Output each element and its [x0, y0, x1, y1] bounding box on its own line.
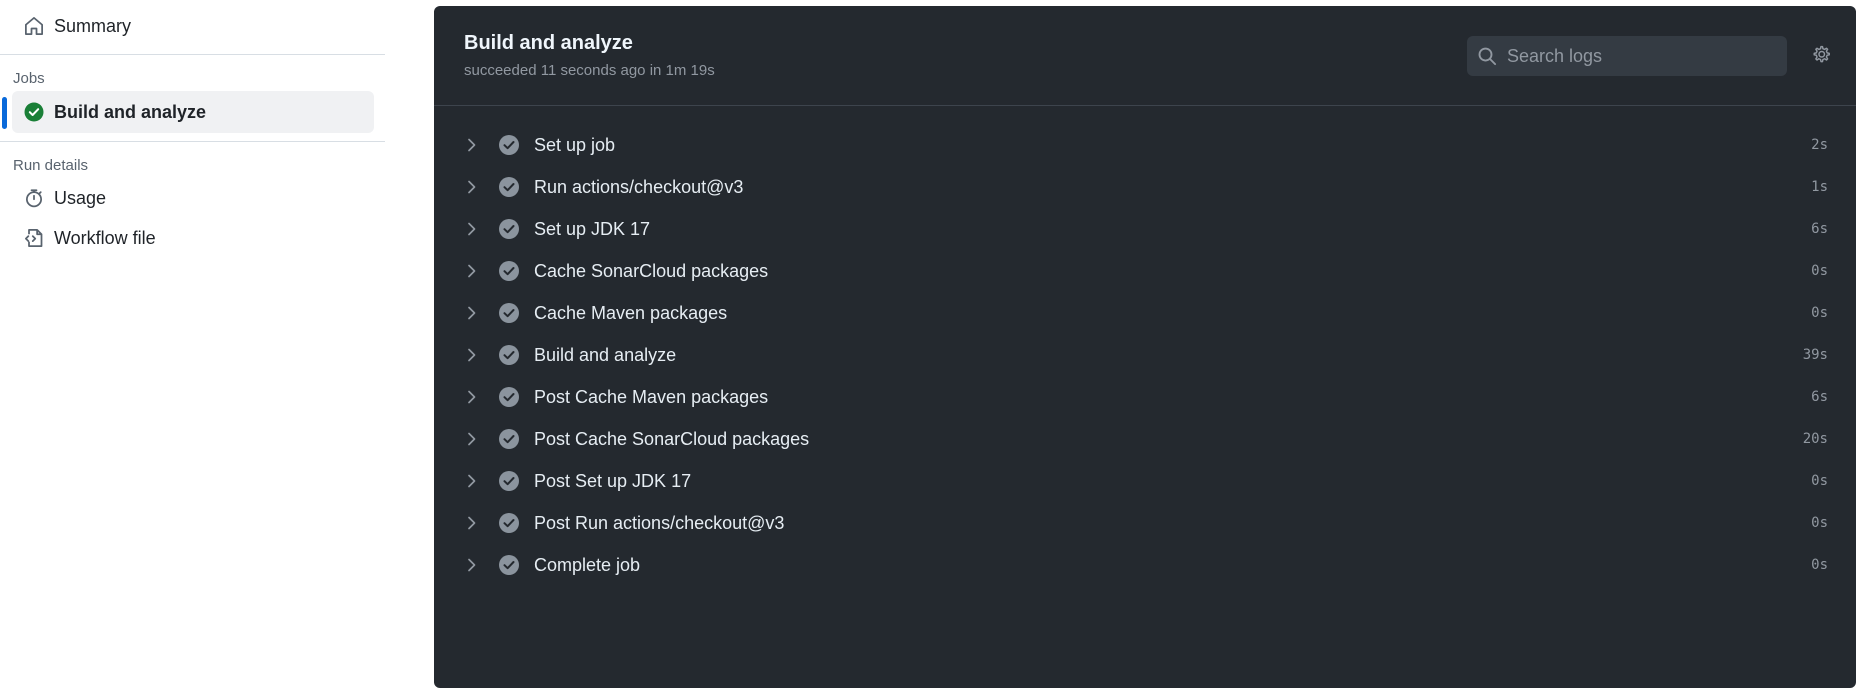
step-name: Set up JDK 17 [534, 218, 651, 239]
job-header: Build and analyze succeeded 11 seconds a… [434, 6, 1856, 106]
file-code-icon [22, 226, 46, 250]
step-success-icon [498, 386, 520, 408]
divider [0, 54, 385, 55]
step-duration: 20s [1802, 431, 1828, 447]
step-duration: 0s [1811, 557, 1828, 573]
step-success-icon [498, 176, 520, 198]
active-indicator [2, 97, 7, 129]
search-logs[interactable] [1467, 36, 1787, 76]
step-name: Post Run actions/checkout@v3 [534, 512, 785, 533]
step-duration: 0s [1811, 515, 1828, 531]
nav-item-build-and-analyze-label: Build and analyze [54, 101, 207, 122]
chevron-right-icon [462, 429, 482, 449]
step-name: Post Cache SonarCloud packages [534, 428, 810, 449]
run-details-heading: Run details [13, 157, 89, 174]
step-success-icon [498, 218, 520, 240]
chevron-right-icon [462, 555, 482, 575]
stopwatch-icon [22, 186, 46, 210]
step-success-icon [498, 428, 520, 450]
step-name: Post Set up JDK 17 [534, 470, 692, 491]
step-duration: 6s [1811, 221, 1828, 237]
home-icon [22, 14, 46, 38]
sidebar: Summary Jobs Build and analyze Run detai… [0, 0, 390, 690]
step-duration: 0s [1811, 473, 1828, 489]
step-success-icon [498, 302, 520, 324]
search-icon [1477, 45, 1499, 67]
success-check-icon [22, 100, 46, 124]
job-log-panel: Build and analyze succeeded 11 seconds a… [434, 6, 1856, 688]
chevron-right-icon [462, 387, 482, 407]
step-name: Cache Maven packages [534, 302, 728, 323]
chevron-right-icon [462, 177, 482, 197]
step-duration: 39s [1802, 347, 1828, 363]
settings-gear-button[interactable] [1808, 44, 1834, 70]
search-logs-input[interactable] [1507, 45, 1777, 67]
nav-item-workflow-file[interactable]: Workflow file [12, 217, 374, 259]
step-success-icon [498, 470, 520, 492]
step-success-icon [498, 554, 520, 576]
step-success-icon [498, 344, 520, 366]
job-status: succeeded 11 seconds ago in 1m 19s [464, 62, 715, 79]
chevron-right-icon [462, 471, 482, 491]
step-success-icon [498, 512, 520, 534]
chevron-right-icon [462, 303, 482, 323]
step-duration: 0s [1811, 305, 1828, 321]
gear-icon [1810, 44, 1832, 71]
nav-item-usage[interactable]: Usage [12, 177, 374, 219]
step-name: Post Cache Maven packages [534, 386, 769, 407]
nav-item-summary[interactable]: Summary [12, 5, 374, 47]
chevron-right-icon [462, 345, 482, 365]
step-duration: 2s [1811, 137, 1828, 153]
chevron-right-icon [462, 513, 482, 533]
jobs-heading: Jobs [13, 70, 45, 87]
step-name: Run actions/checkout@v3 [534, 176, 744, 197]
step-name: Complete job [534, 554, 641, 575]
step-duration: 0s [1811, 263, 1828, 279]
step-duration: 1s [1811, 179, 1828, 195]
chevron-right-icon [462, 135, 482, 155]
step-success-icon [498, 134, 520, 156]
nav-item-workflow-file-label: Workflow file [54, 227, 156, 248]
step-name: Build and analyze [534, 344, 677, 365]
divider [0, 141, 385, 142]
chevron-right-icon [462, 219, 482, 239]
step-name: Set up job [534, 134, 616, 155]
nav-item-summary-label: Summary [54, 15, 132, 36]
step-name: Cache SonarCloud packages [534, 260, 769, 281]
step-success-icon [498, 260, 520, 282]
chevron-right-icon [462, 261, 482, 281]
nav-item-build-and-analyze[interactable]: Build and analyze [12, 91, 374, 133]
step-row[interactable]: Complete job 0s [434, 540, 1856, 590]
nav-item-usage-label: Usage [54, 187, 107, 208]
job-title: Build and analyze [464, 32, 633, 54]
step-duration: 6s [1811, 389, 1828, 405]
